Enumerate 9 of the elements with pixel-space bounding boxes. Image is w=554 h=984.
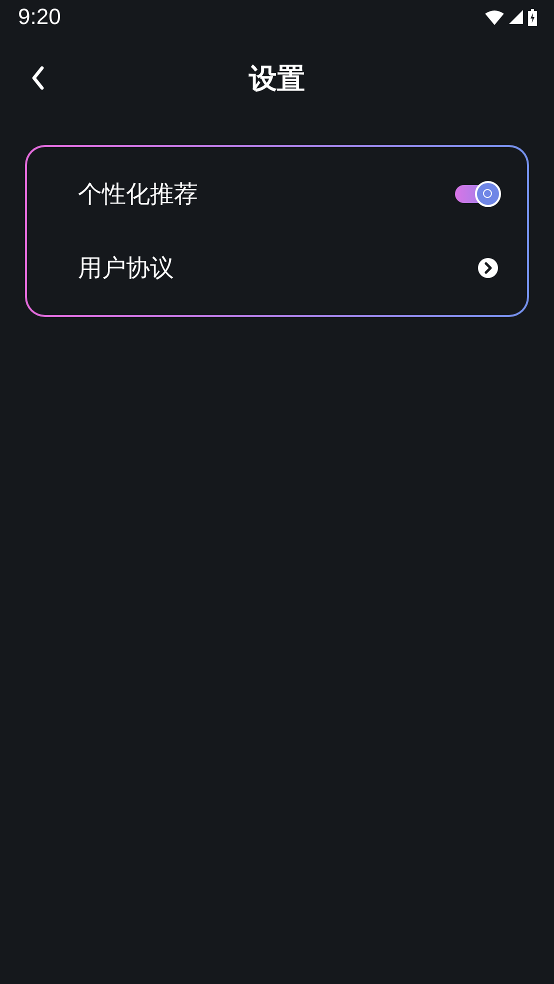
battery-icon (528, 8, 537, 26)
wifi-icon (485, 10, 504, 24)
signal-icon (509, 10, 523, 24)
chevron-right-icon[interactable] (478, 258, 498, 278)
page-title: 设置 (249, 61, 305, 97)
setting-label: 用户协议 (78, 253, 174, 284)
back-icon[interactable] (31, 66, 45, 90)
setting-label: 个性化推荐 (78, 179, 198, 210)
status-time: 9:20 (18, 4, 61, 30)
